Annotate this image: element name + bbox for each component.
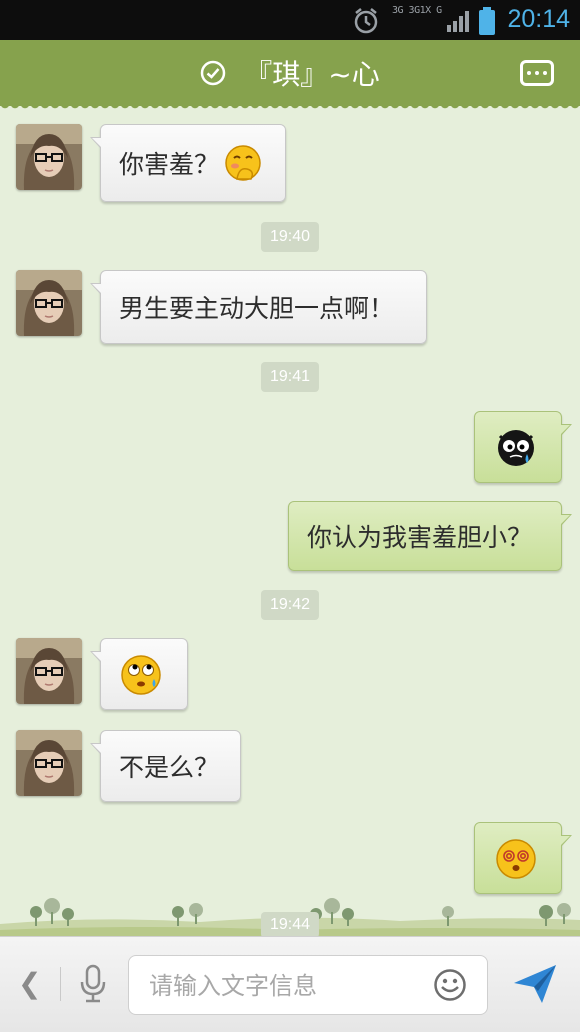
shy-emoji-icon — [225, 145, 261, 181]
received-message-bubble[interactable]: 不是么？ — [90, 730, 241, 802]
crying-black-face-emoji-icon — [498, 430, 534, 466]
message-list[interactable]: 你害羞？ 19:40 男生要主动大胆一点啊！ 19:41 你认为我害羞胆小？ 1… — [0, 106, 580, 946]
battery-icon — [479, 7, 495, 35]
contact-avatar[interactable] — [16, 730, 82, 796]
more-menu-icon[interactable] — [520, 60, 554, 86]
smiley-icon[interactable] — [433, 968, 467, 1002]
contact-avatar[interactable] — [16, 270, 82, 336]
message-timestamp: 19:44 — [260, 912, 320, 938]
message-text: 不是么？ — [119, 753, 220, 782]
status-time: 20:14 — [507, 5, 570, 33]
alarm-clock-icon — [354, 8, 378, 34]
sent-message-bubble[interactable] — [474, 822, 572, 894]
message-timestamp: 19:42 — [260, 590, 320, 620]
dizzy-face-emoji-icon — [496, 839, 536, 879]
message-text: 男生要主动大胆一点啊！ — [119, 294, 395, 323]
sent-message-bubble[interactable] — [474, 411, 572, 483]
back-chevron-icon[interactable]: ❮ — [18, 967, 41, 1000]
message-input-field[interactable] — [128, 955, 488, 1016]
contact-avatar[interactable] — [16, 638, 82, 704]
message-timestamp: 19:41 — [260, 362, 320, 392]
chat-title: 『琪』~心 — [244, 58, 380, 91]
network-type-label: 3G 3G1X G — [392, 5, 442, 16]
contact-avatar[interactable] — [16, 124, 82, 190]
signal-bars-icon — [447, 11, 469, 32]
check-circle-icon — [201, 60, 226, 86]
sent-message-bubble[interactable]: 你认为我害羞胆小？ — [288, 501, 572, 571]
message-timestamp: 19:40 — [260, 222, 320, 252]
divider — [60, 967, 61, 1001]
chat-header: 『琪』~心 — [0, 40, 580, 112]
send-icon[interactable] — [512, 963, 558, 1005]
message-input-bar: ❮ — [0, 936, 580, 1032]
received-message-bubble[interactable]: 你害羞？ — [90, 124, 286, 202]
received-message-bubble[interactable] — [90, 638, 188, 710]
status-bar: 3G 3G1X G 20:14 — [0, 0, 580, 40]
message-input[interactable] — [147, 956, 431, 1016]
microphone-icon[interactable] — [78, 964, 108, 1004]
message-text: 你认为我害羞胆小？ — [307, 523, 533, 552]
message-text: 你害羞？ — [119, 150, 220, 179]
eye-roll-emoji-icon — [121, 655, 161, 695]
received-message-bubble[interactable]: 男生要主动大胆一点啊！ — [90, 270, 427, 344]
